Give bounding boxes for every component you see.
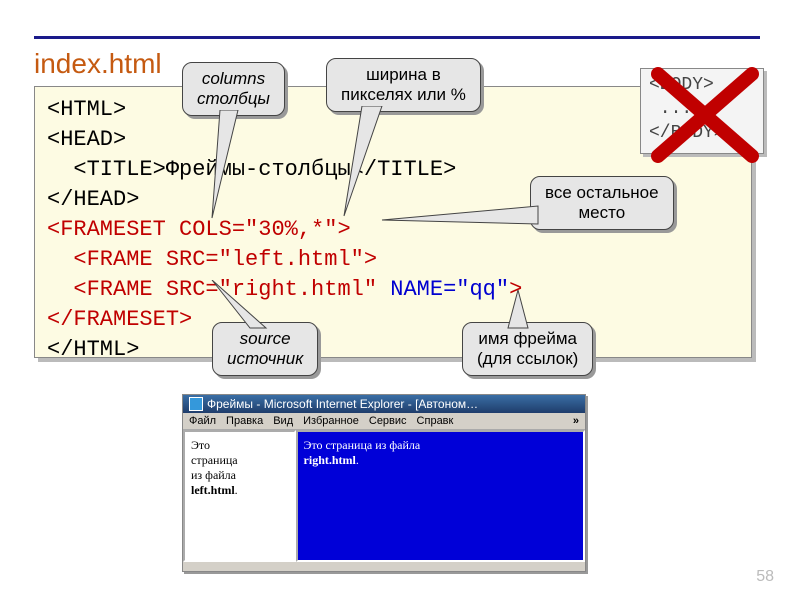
callout-text: все остальноеместо	[545, 183, 659, 222]
callout-source: sourceисточник	[212, 322, 318, 376]
callout-tail	[504, 290, 534, 330]
code-text: </HEAD>	[47, 187, 139, 212]
code-name-attr: NAME="qq"	[390, 277, 509, 302]
code-text: <HEAD>	[47, 127, 126, 152]
right-frame-text: Это страница из файла	[304, 438, 421, 452]
callout-text: ширина впикселях или %	[341, 65, 466, 104]
menu-item[interactable]: Файл	[189, 415, 216, 427]
page-number: 58	[756, 568, 774, 586]
callout-rest: все остальноеместо	[530, 176, 674, 230]
code-src-right: SRC="right.html"	[166, 277, 390, 302]
left-frame: Этостраницаиз файла left.html.	[183, 430, 296, 562]
callout-name: имя фрейма(для ссылок)	[462, 322, 593, 376]
menu-item[interactable]: Справк	[417, 415, 454, 427]
callout-tail	[210, 280, 270, 330]
right-frame: Это страница из файла right.html.	[296, 430, 585, 562]
ie-icon	[189, 397, 203, 411]
right-frame-filename: right.html	[304, 453, 356, 467]
code-text: >	[337, 217, 350, 242]
code-frameset-open: <FRAMESET	[47, 217, 179, 242]
code-text: <TITLE>	[47, 157, 166, 182]
callout-text: columnsстолбцы	[197, 69, 270, 108]
browser-title: Фреймы - Microsoft Internet Explorer - […	[207, 397, 478, 411]
callout-width: ширина впикселях или %	[326, 58, 481, 112]
browser-window: Фреймы - Microsoft Internet Explorer - […	[182, 394, 586, 572]
menu-item[interactable]: Вид	[273, 415, 293, 427]
code-text: >	[364, 247, 377, 272]
code-frameset-close: </FRAMESET>	[47, 307, 192, 332]
code-text: Фреймы-столбцы	[166, 157, 351, 182]
code-frame-left: <FRAME	[47, 247, 166, 272]
callout-text: имя фрейма(для ссылок)	[477, 329, 578, 368]
body-aside: <BODY> ...</BODY>	[640, 68, 764, 154]
left-frame-text: Этостраницаиз файла	[191, 438, 238, 482]
code-text: </HTML>	[47, 337, 139, 362]
code-text: <HTML>	[47, 97, 126, 122]
code-frame-right: <FRAME	[47, 277, 166, 302]
browser-titlebar: Фреймы - Microsoft Internet Explorer - […	[183, 395, 585, 413]
page-title: index.html	[34, 48, 162, 80]
code-cols-attr: COLS="30%,*"	[179, 217, 337, 242]
chevron-icon[interactable]: »	[573, 415, 579, 427]
header-rule	[34, 36, 760, 39]
code-src-left: SRC="left.html"	[166, 247, 364, 272]
menu-item[interactable]: Сервис	[369, 415, 407, 427]
callout-columns: columnsстолбцы	[182, 62, 285, 116]
callout-tail	[380, 200, 540, 230]
menu-item[interactable]: Избранное	[303, 415, 359, 427]
browser-frames: Этостраницаиз файла left.html. Это стран…	[183, 430, 585, 562]
callout-text: sourceисточник	[227, 329, 303, 368]
left-frame-filename: left.html	[191, 483, 235, 497]
menu-item[interactable]: Правка	[226, 415, 263, 427]
callout-tail	[210, 110, 250, 220]
browser-menubar: Файл Правка Вид Избранное Сервис Справк …	[183, 413, 585, 430]
